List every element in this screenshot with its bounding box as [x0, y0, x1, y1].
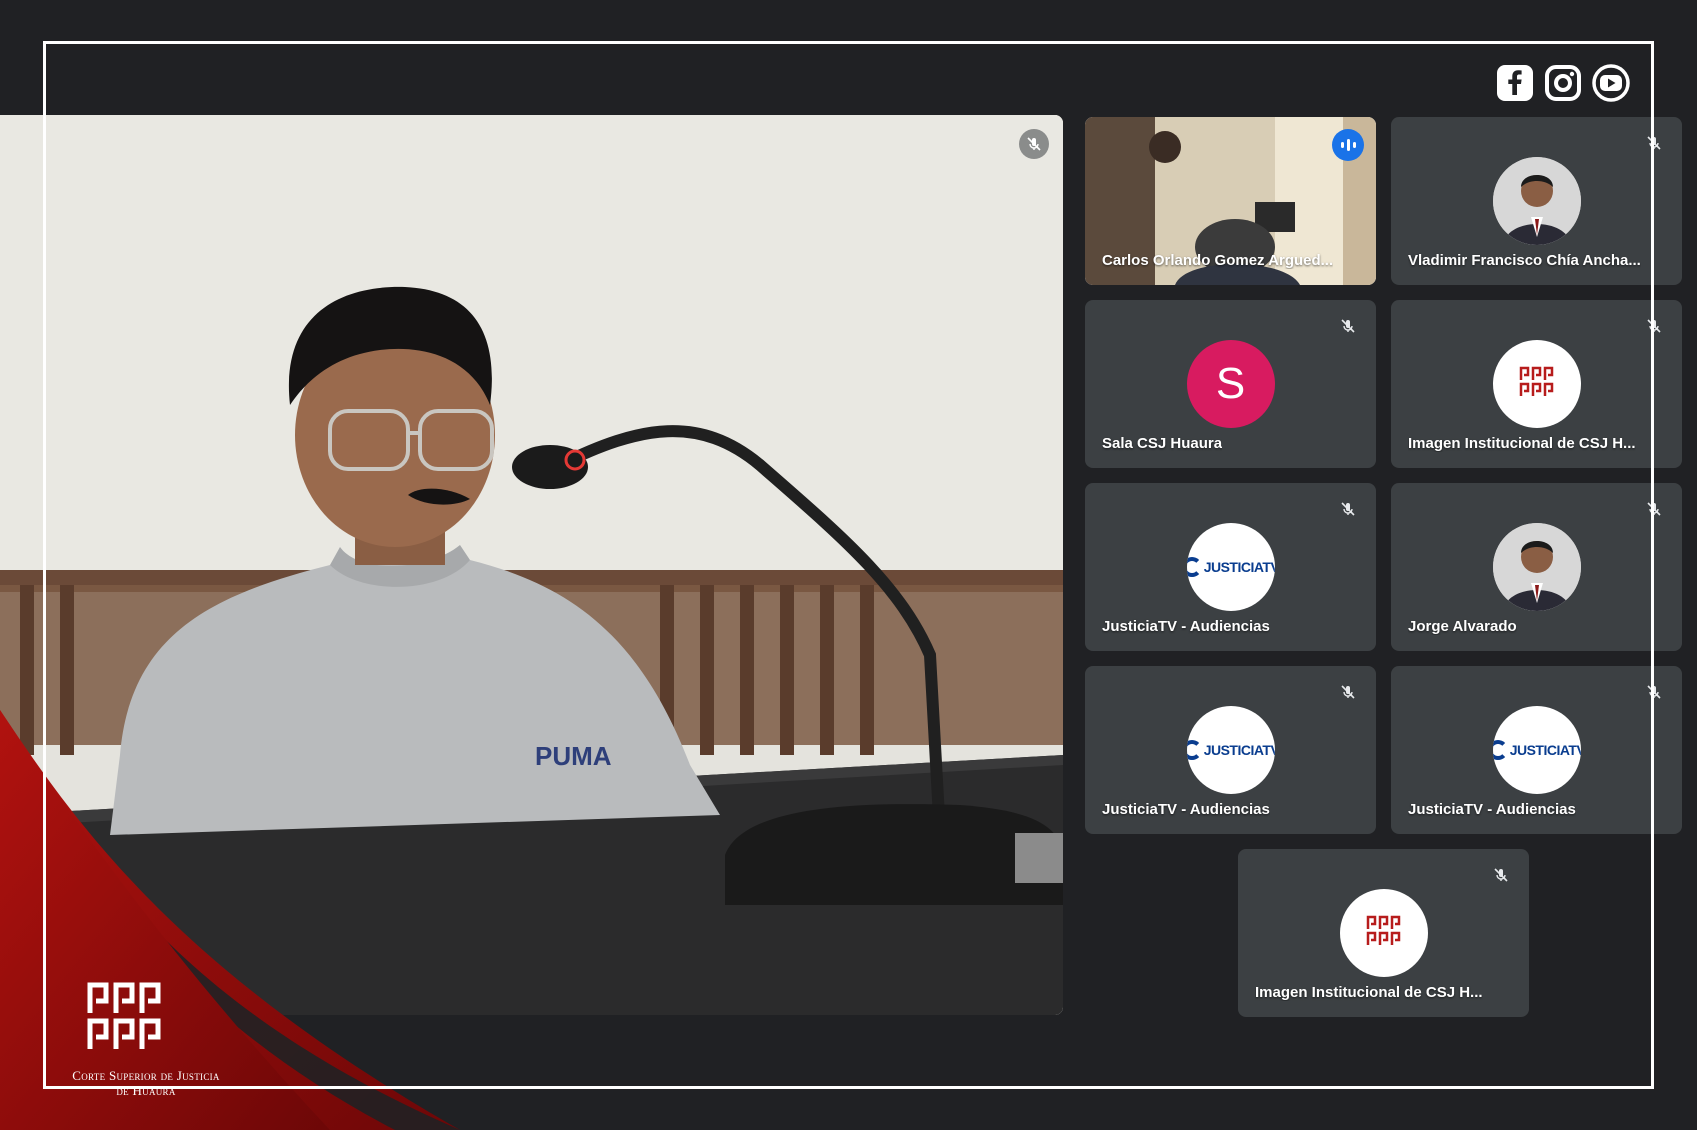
participant-tile[interactable]: JUSTICIATV JusticiaTV - Audiencias [1085, 483, 1376, 651]
main-muted-mic-icon [1019, 129, 1049, 159]
justiciatv-logo-icon: JUSTICIATV [1186, 523, 1275, 611]
muted-mic-icon [1336, 314, 1360, 338]
participant-name: JusticiaTV - Audiencias [1408, 801, 1576, 818]
justiciatv-logo-text: JUSTICIATV [1203, 559, 1275, 575]
participant-tile[interactable]: JUSTICIATV JusticiaTV - Audiencias [1085, 666, 1376, 834]
participant-name: Vladimir Francisco Chía Ancha... [1408, 252, 1641, 269]
muted-mic-icon [1489, 863, 1513, 887]
svg-text:PUMA: PUMA [535, 741, 612, 771]
avatar: S [1186, 340, 1275, 428]
avatar [1492, 523, 1581, 611]
participant-tile[interactable]: Jorge Alvarado [1391, 483, 1682, 651]
participant-name: Sala CSJ Huaura [1102, 435, 1223, 452]
instagram-icon[interactable] [1543, 63, 1583, 103]
participant-name: Carlos Orlando Gomez Argued... [1102, 252, 1334, 269]
youtube-icon[interactable] [1591, 63, 1631, 103]
muted-mic-icon [1642, 497, 1666, 521]
brand-corner [0, 710, 460, 1130]
participant-tile[interactable]: S Sala CSJ Huaura [1085, 300, 1376, 468]
brand-text: Corte Superior de Justicia de Huaura [36, 1068, 256, 1098]
justiciatv-logo-icon: JUSTICIATV [1492, 706, 1581, 794]
facebook-icon[interactable] [1495, 63, 1535, 103]
participant-name: JusticiaTV - Audiencias [1102, 618, 1270, 635]
social-icons [1495, 63, 1631, 103]
participant-tile[interactable]: Imagen Institucional de CSJ H... [1391, 300, 1682, 468]
participant-name: Imagen Institucional de CSJ H... [1255, 984, 1483, 1001]
participant-tile[interactable]: Vladimir Francisco Chía Ancha... [1391, 117, 1682, 285]
participant-tile[interactable]: JUSTICIATV JusticiaTV - Audiencias [1391, 666, 1682, 834]
avatar [1492, 157, 1581, 245]
avatar-letter: S [1215, 359, 1246, 408]
muted-mic-icon [1336, 680, 1360, 704]
participant-name: Imagen Institucional de CSJ H... [1408, 435, 1636, 452]
muted-mic-icon [1642, 314, 1666, 338]
participant-tile[interactable]: Carlos Orlando Gomez Argued... [1085, 117, 1376, 285]
speaking-indicator-icon [1332, 129, 1364, 161]
justiciatv-logo-icon: JUSTICIATV [1186, 706, 1275, 794]
participant-tile[interactable]: Imagen Institucional de CSJ H... [1238, 849, 1529, 1017]
participant-name: Jorge Alvarado [1408, 618, 1517, 635]
justiciatv-logo-text: JUSTICIATV [1509, 742, 1581, 758]
participant-name: JusticiaTV - Audiencias [1102, 801, 1270, 818]
brand-line-1: Corte Superior de Justicia [72, 1068, 220, 1083]
institution-logo-icon [1339, 889, 1428, 977]
muted-mic-icon [1336, 497, 1360, 521]
brand-line-2: de Huaura [116, 1083, 176, 1098]
muted-mic-icon [1642, 131, 1666, 155]
institution-logo-icon [1492, 340, 1581, 428]
csj-logo-icon [86, 981, 166, 1058]
justiciatv-logo-text: JUSTICIATV [1203, 742, 1275, 758]
muted-mic-icon [1642, 680, 1666, 704]
